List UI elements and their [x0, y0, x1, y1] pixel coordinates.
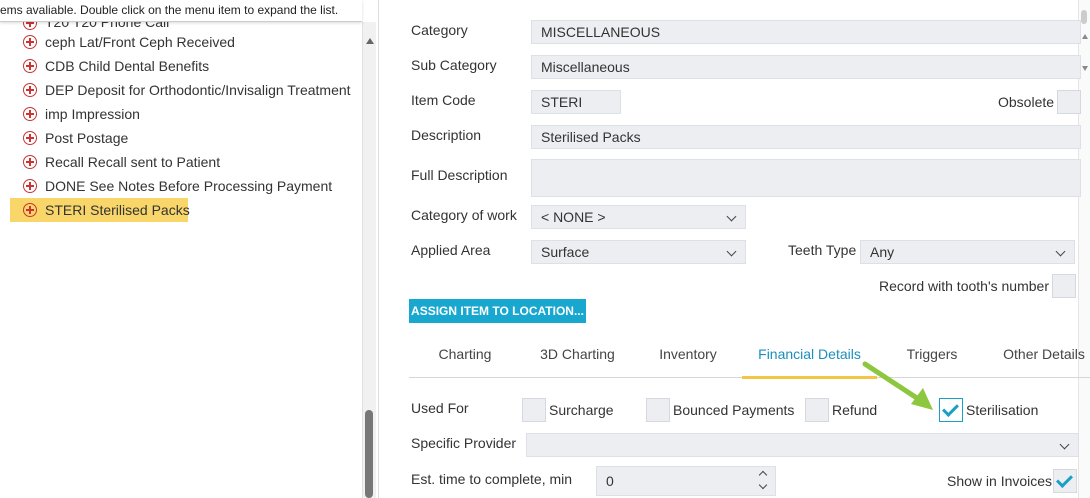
tab-charting[interactable]: Charting [409, 330, 521, 378]
applied-area-value: Surface [541, 244, 590, 260]
tree-item-label: imp Impression [45, 106, 140, 122]
tree-item[interactable]: DONE See Notes Before Processing Payment [10, 174, 360, 198]
record-tooth-label: Record with tooth's number [879, 278, 1049, 294]
scroll-down-arrow-icon[interactable] [1082, 66, 1088, 71]
subcategory-label: Sub Category [411, 57, 497, 73]
chevron-down-icon [1055, 246, 1066, 257]
tree-item-label: Post Postage [45, 130, 129, 146]
expand-plus-icon[interactable] [23, 131, 37, 145]
tree-item-label: DONE See Notes Before Processing Payment [45, 178, 333, 194]
specific-provider-select[interactable] [526, 433, 1079, 457]
assign-item-to-location-button[interactable]: ASSIGN ITEM TO LOCATION... [409, 299, 586, 323]
subcategory-field[interactable]: Miscellaneous [531, 55, 1081, 79]
applied-area-label: Applied Area [411, 242, 491, 258]
chevron-down-icon[interactable] [758, 480, 768, 490]
detail-tabs: Charting 3D Charting Inventory Financial… [409, 330, 1090, 379]
tree-hint-text: ems avaliable. Double click on the menu … [0, 0, 362, 22]
tree-item-selected[interactable]: STERI Sterilised Packs [10, 198, 190, 222]
item-details-panel: Category MISCELLANEOUS Sub Category Misc… [378, 0, 1090, 498]
est-time-stepper[interactable]: 0 [596, 466, 776, 496]
full-description-field[interactable] [531, 159, 1081, 197]
tree-item[interactable]: ceph Lat/Front Ceph Received [10, 30, 360, 54]
expand-plus-icon[interactable] [23, 107, 37, 121]
item-tree: T20 T20 Phone Call ceph Lat/Front Ceph R… [10, 16, 360, 222]
tree-item-label: Recall Recall sent to Patient [45, 154, 221, 170]
category-of-work-value: < NONE > [541, 209, 606, 225]
tree-item-label: ceph Lat/Front Ceph Received [45, 34, 235, 50]
scroll-thumb[interactable] [365, 410, 373, 498]
expand-plus-icon[interactable] [23, 59, 37, 73]
tab-3d-charting[interactable]: 3D Charting [521, 330, 634, 378]
obsolete-checkbox[interactable] [1057, 90, 1081, 114]
est-time-label: Est. time to complete, min [411, 471, 573, 487]
tree-item-label: CDB Child Dental Benefits [45, 58, 210, 74]
applied-area-select[interactable]: Surface [531, 240, 746, 264]
description-field[interactable]: Sterilised Packs [531, 125, 1081, 149]
itemcode-field[interactable]: STERI [531, 90, 621, 114]
teeth-type-select[interactable]: Any [860, 240, 1075, 264]
scroll-up-arrow-icon[interactable] [1082, 34, 1088, 39]
category-of-work-label: Category of work [411, 207, 517, 223]
tree-item[interactable]: Post Postage [10, 126, 360, 150]
expand-plus-icon[interactable] [23, 155, 37, 169]
show-in-invoices-checkbox[interactable] [1053, 469, 1077, 493]
chevron-down-icon [1059, 439, 1070, 450]
teeth-type-value: Any [870, 244, 895, 260]
tree-scrollbar[interactable] [362, 22, 376, 498]
surcharge-label: Surcharge [549, 402, 614, 418]
category-field[interactable]: MISCELLANEOUS [531, 20, 1081, 44]
description-label: Description [411, 127, 482, 143]
category-of-work-select[interactable]: < NONE > [531, 205, 746, 229]
chevron-down-icon [726, 211, 737, 222]
tab-financial-details[interactable]: Financial Details [742, 330, 877, 379]
annotation-arrow-icon [862, 361, 933, 410]
tree-item[interactable]: DEP Deposit for Orthodontic/Invisalign T… [10, 78, 360, 102]
tree-item[interactable]: imp Impression [10, 102, 360, 126]
item-tree-panel: ems avaliable. Double click on the menu … [0, 0, 378, 498]
surcharge-checkbox[interactable] [522, 398, 546, 422]
itemcode-label: Item Code [411, 92, 476, 108]
category-label: Category [411, 22, 468, 38]
expand-plus-icon[interactable] [23, 83, 37, 97]
bounced-payments-checkbox[interactable] [646, 398, 670, 422]
chevron-up-icon[interactable] [758, 470, 768, 480]
scroll-up-arrow-icon[interactable] [366, 38, 374, 44]
tab-other-details[interactable]: Other Details [987, 330, 1090, 378]
stepper-arrows-icon[interactable] [758, 470, 769, 492]
obsolete-label: Obsolete [998, 94, 1055, 110]
show-in-invoices-label: Show in Invoices [947, 473, 1053, 489]
scroll-thumb[interactable] [1081, 10, 1087, 24]
tree-item-label: DEP Deposit for Orthodontic/Invisalign T… [45, 82, 351, 98]
expand-plus-icon[interactable] [23, 35, 37, 49]
chevron-down-icon [726, 246, 737, 257]
bounced-payments-label: Bounced Payments [673, 402, 795, 418]
expand-plus-icon[interactable] [23, 179, 37, 193]
tree-item[interactable]: Recall Recall sent to Patient [10, 150, 360, 174]
tree-item[interactable]: CDB Child Dental Benefits [10, 54, 360, 78]
tree-item-label: STERI Sterilised Packs [45, 202, 190, 218]
tab-inventory[interactable]: Inventory [634, 330, 742, 378]
specific-provider-label: Specific Provider [411, 435, 517, 451]
expand-plus-icon[interactable] [23, 203, 37, 217]
est-time-value: 0 [606, 473, 614, 489]
refund-checkbox[interactable] [805, 398, 829, 422]
record-tooth-checkbox[interactable] [1052, 274, 1076, 298]
sterilisation-label: Sterilisation [966, 402, 1039, 418]
full-description-label: Full Description [411, 167, 508, 183]
teeth-type-label: Teeth Type [788, 242, 857, 258]
used-for-label: Used For [411, 400, 469, 416]
